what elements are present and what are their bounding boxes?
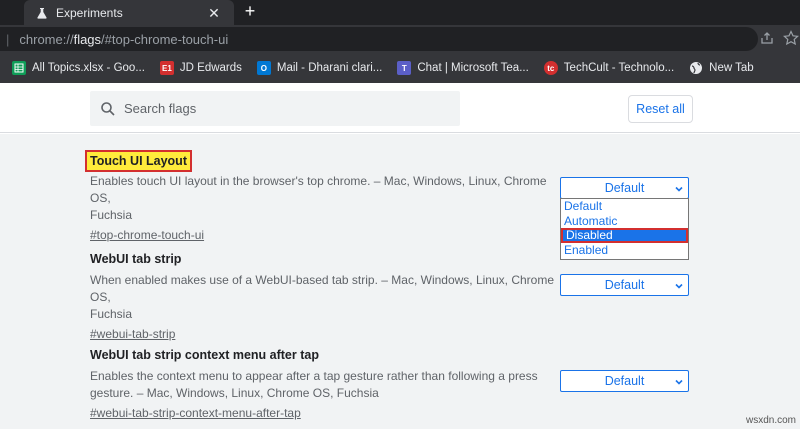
techcult-icon: tc <box>543 61 558 75</box>
globe-icon <box>689 61 703 75</box>
jd-edwards-icon: E1 <box>159 61 174 75</box>
flag-description-line: Enables the context menu to appear after… <box>90 369 538 383</box>
highlighted-flag-title: Touch UI Layout <box>85 150 192 172</box>
flag-description-line: Fuchsia <box>90 307 133 321</box>
flag-title: WebUI tab strip context menu after tap <box>90 348 319 362</box>
bookmark-new-tab[interactable]: New Tab <box>689 61 754 75</box>
outlook-icon: O <box>256 61 271 75</box>
flag-title: WebUI tab strip <box>90 252 182 266</box>
chevron-down-icon <box>674 183 684 193</box>
address-bar[interactable]: | chrome://flags/#top-chrome-touch-ui <box>0 27 758 51</box>
url-scheme: chrome:// <box>19 31 74 47</box>
flag-description-line: gesture. – Mac, Windows, Linux, Chrome O… <box>90 386 379 400</box>
watermark: wsxdn.com <box>746 415 797 426</box>
flag-select-touch-ui[interactable]: Default <box>560 177 689 199</box>
flag-webui-tab-strip: WebUI tab strip When enabled makes use o… <box>90 250 560 343</box>
bookmark-star-icon[interactable] <box>783 30 799 46</box>
flags-header: Reset all <box>0 83 800 133</box>
option-disabled[interactable]: Disabled <box>561 228 688 243</box>
search-box[interactable] <box>90 91 460 126</box>
teams-icon: T <box>397 61 412 75</box>
flag-select-context-menu[interactable]: Default <box>560 370 689 392</box>
chevron-down-icon <box>674 280 684 290</box>
option-default[interactable]: Default <box>561 199 688 214</box>
reset-all-button[interactable]: Reset all <box>628 95 693 123</box>
select-dropdown-list: Default Automatic Disabled Enabled <box>560 198 689 260</box>
bookmark-techcult[interactable]: tc TechCult - Technolo... <box>543 61 675 75</box>
option-enabled[interactable]: Enabled <box>561 243 688 258</box>
flag-description-line: Fuchsia <box>90 208 133 222</box>
tab-title: Experiments <box>56 5 123 20</box>
bookmark-mail[interactable]: O Mail - Dharani clari... <box>256 61 383 75</box>
flag-description: Enables the context menu to appear after… <box>90 368 560 402</box>
select-value: Default <box>604 374 645 388</box>
bookmark-label: TechCult - Technolo... <box>563 62 675 74</box>
sheets-icon <box>12 61 26 75</box>
chevron-down-icon <box>674 376 684 386</box>
flag-select-webui-tab-strip[interactable]: Default <box>560 274 689 296</box>
tab-strip: Experiments ✕ + <box>0 0 800 25</box>
bookmark-label: Mail - Dharani clari... <box>276 62 383 74</box>
flag-link[interactable]: #top-chrome-touch-ui <box>90 228 204 242</box>
search-input[interactable] <box>124 101 424 116</box>
flag-description: When enabled makes use of a WebUI-based … <box>90 272 560 323</box>
url-host: flags <box>73 31 102 47</box>
toolbar: | chrome://flags/#top-chrome-touch-ui <box>0 25 800 53</box>
bookmarks-bar: All Topics.xlsx - Goo... E1 JD Edwards O… <box>0 53 800 83</box>
flag-title: Touch UI Layout <box>90 154 187 168</box>
bookmark-label: All Topics.xlsx - Goo... <box>32 62 145 74</box>
tab-experiments[interactable]: Experiments ✕ <box>24 0 234 25</box>
share-icon[interactable] <box>760 31 774 45</box>
omnibox-divider: | <box>6 31 10 47</box>
flag-webui-tab-strip-context-menu: WebUI tab strip context menu after tap E… <box>90 346 560 422</box>
bookmark-all-topics[interactable]: All Topics.xlsx - Goo... <box>12 61 145 75</box>
flask-icon <box>36 7 48 19</box>
bookmark-jd-edwards[interactable]: E1 JD Edwards <box>159 61 242 75</box>
search-icon <box>100 101 116 117</box>
flag-link[interactable]: #webui-tab-strip <box>90 327 175 341</box>
flag-description: Enables touch UI layout in the browser's… <box>90 173 560 224</box>
flag-touch-ui-layout: Enables touch UI layout in the browser's… <box>90 173 560 244</box>
new-tab-button[interactable]: + <box>240 1 260 21</box>
flag-link[interactable]: #webui-tab-strip-context-menu-after-tap <box>90 406 301 420</box>
url-path: /#top-chrome-touch-ui <box>101 31 229 47</box>
option-automatic[interactable]: Automatic <box>561 214 688 229</box>
flag-description-line: When enabled makes use of a WebUI-based … <box>90 273 554 304</box>
flag-description-line: Enables touch UI layout in the browser's… <box>90 174 547 205</box>
bookmark-teams-chat[interactable]: T Chat | Microsoft Tea... <box>397 61 529 75</box>
select-value: Default <box>604 278 645 292</box>
bookmark-label: Chat | Microsoft Tea... <box>417 62 529 74</box>
select-value: Default <box>604 181 645 195</box>
close-icon[interactable]: ✕ <box>206 5 222 21</box>
bookmark-label: New Tab <box>709 62 754 74</box>
bookmark-label: JD Edwards <box>179 62 242 74</box>
